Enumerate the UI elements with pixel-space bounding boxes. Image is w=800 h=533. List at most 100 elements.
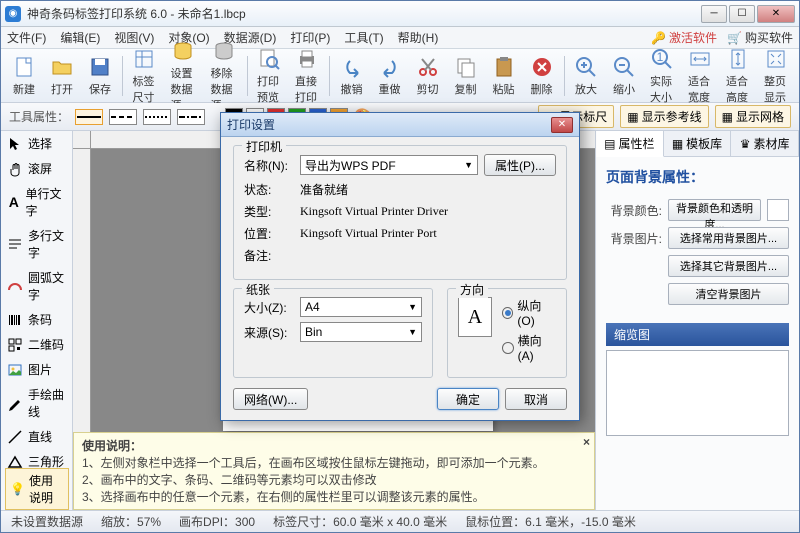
line-dash[interactable] bbox=[109, 109, 137, 125]
printer-name-select[interactable]: 导出为WPS PDF▼ bbox=[300, 155, 478, 175]
menu-0[interactable]: 文件(F) bbox=[7, 29, 46, 46]
hints-panel: × 使用说明： 1、左侧对象栏中选择一个工具后，在画布区域按住鼠标左键拖动，即可… bbox=[73, 432, 595, 510]
dialog-title: 打印设置 bbox=[227, 116, 551, 133]
toolbar-fitpage[interactable]: 整页显示 bbox=[757, 44, 795, 108]
network-button[interactable]: 网络(W)... bbox=[233, 388, 308, 410]
tab-2[interactable]: ♛素材库 bbox=[731, 131, 799, 156]
toolbar-cut[interactable]: 剪切 bbox=[409, 52, 447, 100]
toolbar-save[interactable]: 保存 bbox=[81, 52, 119, 100]
toolbar-paste[interactable]: 粘贴 bbox=[485, 52, 523, 100]
cut-icon bbox=[416, 55, 440, 79]
paper-size-select[interactable]: A4▼ bbox=[300, 297, 422, 317]
dialog-close-button[interactable]: ✕ bbox=[551, 117, 573, 133]
undo-icon bbox=[340, 55, 364, 79]
line-dot[interactable] bbox=[143, 109, 171, 125]
printer-fieldset: 打印机 名称(N): 导出为WPS PDF▼ 属性(P)... 状态:准备就绪 … bbox=[233, 145, 567, 280]
cart-icon: 🛒 bbox=[727, 31, 742, 45]
pencil-icon bbox=[7, 395, 23, 411]
app-icon: ◉ bbox=[5, 6, 21, 22]
toolbar-zoomin[interactable]: 放大 bbox=[567, 52, 605, 100]
size-icon bbox=[132, 47, 156, 71]
menu-6[interactable]: 工具(T) bbox=[344, 29, 383, 46]
toolbar-size[interactable]: 标签尺寸 bbox=[125, 44, 163, 108]
pointer-icon bbox=[7, 136, 23, 152]
tool-pencil[interactable]: 手绘曲线 bbox=[1, 382, 72, 424]
preview-title: 缩览图 bbox=[606, 323, 789, 346]
open-icon bbox=[50, 55, 74, 79]
portrait-radio[interactable]: 纵向(O) bbox=[502, 297, 556, 328]
tool-qr[interactable]: 二维码 bbox=[1, 332, 72, 357]
redo-icon bbox=[378, 55, 402, 79]
toolbar-fitw[interactable]: 适合宽度 bbox=[681, 44, 719, 108]
tool-text[interactable]: A单行文字 bbox=[1, 181, 72, 223]
toolbar-undo[interactable]: 撤销 bbox=[333, 52, 371, 100]
printer-properties-button[interactable]: 属性(P)... bbox=[484, 154, 556, 176]
bg-color-swatch[interactable] bbox=[767, 199, 789, 221]
bulb-icon: 💡 bbox=[10, 482, 25, 496]
minimize-button[interactable]: ─ bbox=[701, 5, 727, 23]
mtext-icon bbox=[7, 236, 23, 252]
paper-source-select[interactable]: Bin▼ bbox=[300, 322, 422, 342]
delete-icon bbox=[530, 55, 554, 79]
toolbar-open[interactable]: 打开 bbox=[43, 52, 81, 100]
toolbar-delete[interactable]: 删除 bbox=[523, 52, 561, 100]
tool-line[interactable]: 直线 bbox=[1, 424, 72, 449]
menu-1[interactable]: 编辑(E) bbox=[60, 29, 100, 46]
tab-1[interactable]: ▦模板库 bbox=[664, 131, 732, 156]
tool-hand[interactable]: 滚屏 bbox=[1, 156, 72, 181]
bg-btn-1[interactable]: 选择常用背景图片... bbox=[668, 227, 789, 249]
toolbar-fith[interactable]: 适合高度 bbox=[719, 44, 757, 108]
fitpage-icon bbox=[764, 47, 788, 71]
line-solid[interactable] bbox=[75, 109, 103, 125]
window-title: 神奇条码标签打印系统 6.0 - 未命名1.lbcp bbox=[27, 5, 701, 22]
tool-barcode[interactable]: 条码 bbox=[1, 307, 72, 332]
dialog-titlebar[interactable]: 打印设置 ✕ bbox=[221, 113, 579, 137]
maximize-button[interactable]: ☐ bbox=[729, 5, 755, 23]
save-icon bbox=[88, 55, 112, 79]
toolbar-zoomout[interactable]: 缩小 bbox=[605, 52, 643, 100]
panel-title: 页面背景属性： bbox=[606, 167, 789, 187]
zoomin-icon bbox=[574, 55, 598, 79]
status-size: 标签尺寸：60.0 毫米 x 40.0 毫米 bbox=[273, 513, 447, 530]
preview-box bbox=[606, 350, 789, 436]
toolbar-print[interactable]: 直接打印 bbox=[288, 44, 326, 108]
remove-ds-icon bbox=[212, 39, 236, 63]
landscape-radio[interactable]: 横向(A) bbox=[502, 332, 556, 363]
chevron-down-icon: ▼ bbox=[408, 327, 417, 337]
toolbar-file[interactable]: 新建 bbox=[5, 52, 43, 100]
arctext-icon bbox=[7, 278, 23, 294]
menu-7[interactable]: 帮助(H) bbox=[398, 29, 439, 46]
datasource-icon bbox=[171, 39, 195, 63]
left-toolbox: 选择滚屏A单行文字多行文字圆弧文字条码二维码图片手绘曲线直线三角形矩形圆角矩形圆… bbox=[1, 131, 73, 510]
guides-icon: ▦ bbox=[627, 110, 638, 124]
tool-pointer[interactable]: 选择 bbox=[1, 131, 72, 156]
chevron-down-icon: ▼ bbox=[464, 160, 473, 170]
bg-btn-3[interactable]: 清空背景图片 bbox=[668, 283, 789, 305]
ok-button[interactable]: 确定 bbox=[437, 388, 499, 410]
bg-btn-2[interactable]: 选择其它背景图片... bbox=[668, 255, 789, 277]
image-icon bbox=[7, 362, 23, 378]
app-window: ◉ 神奇条码标签打印系统 6.0 - 未命名1.lbcp ─ ☐ ✕ 文件(F)… bbox=[0, 0, 800, 533]
hints-tab[interactable]: 💡使用说明 bbox=[5, 468, 69, 510]
toggle-grid[interactable]: ▦显示网格 bbox=[715, 105, 791, 128]
chevron-down-icon: ▼ bbox=[408, 302, 417, 312]
tool-mtext[interactable]: 多行文字 bbox=[1, 223, 72, 265]
toolbar-zoom1[interactable]: 1实际大小 bbox=[643, 44, 681, 108]
toolbar-preview[interactable]: 打印预览 bbox=[250, 44, 288, 108]
toolbar-redo[interactable]: 重做 bbox=[371, 52, 409, 100]
close-button[interactable]: ✕ bbox=[757, 5, 795, 23]
status-datasource: 未设置数据源 bbox=[11, 513, 83, 530]
file-icon bbox=[12, 55, 36, 79]
line-dashdot[interactable] bbox=[177, 109, 205, 125]
cancel-button[interactable]: 取消 bbox=[505, 388, 567, 410]
toggle-guides[interactable]: ▦显示参考线 bbox=[620, 105, 708, 128]
tab-0[interactable]: ▤属性栏 bbox=[596, 131, 664, 157]
grid-icon: ▦ bbox=[722, 110, 733, 124]
hints-close[interactable]: × bbox=[583, 435, 590, 449]
bg-btn-0[interactable]: 背景颜色和透明度... bbox=[668, 199, 761, 221]
tool-image[interactable]: 图片 bbox=[1, 357, 72, 382]
orientation-fieldset: 方向 A 纵向(O) 横向(A) bbox=[447, 288, 567, 378]
tool-arctext[interactable]: 圆弧文字 bbox=[1, 265, 72, 307]
toolbar-copy[interactable]: 复制 bbox=[447, 52, 485, 100]
qr-icon bbox=[7, 337, 23, 353]
